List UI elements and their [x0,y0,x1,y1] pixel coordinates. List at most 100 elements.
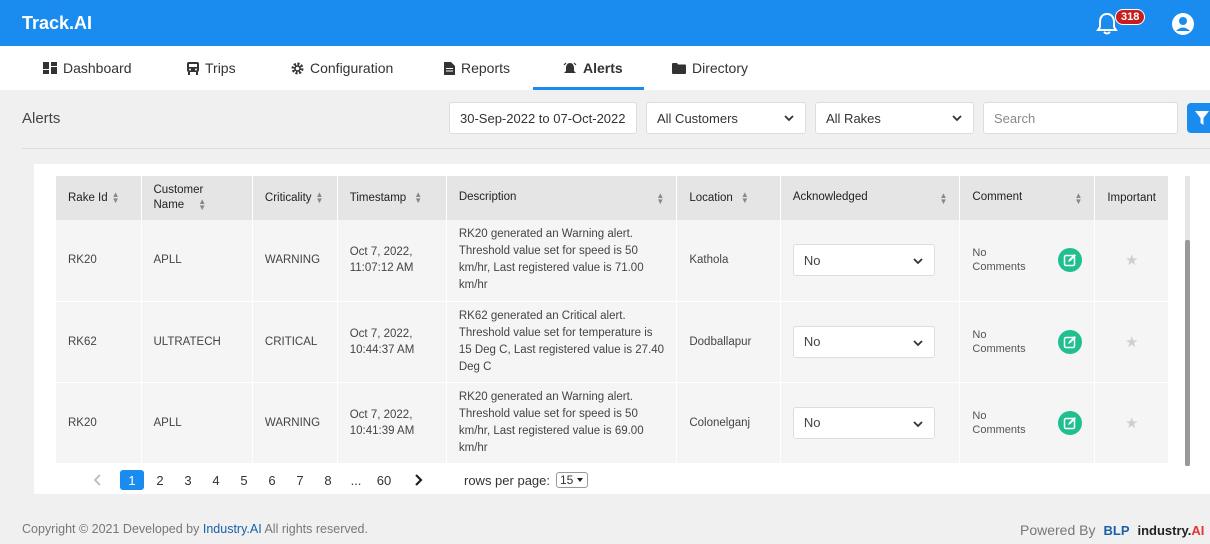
company-link[interactable]: Industry.AI [203,522,262,536]
nav-alerts[interactable]: Alerts [563,46,623,90]
sort-icon: ▲ ▼ [111,189,120,205]
comment-text: No Comments [972,409,1025,437]
page-ellipsis: ... [350,472,362,488]
page-1[interactable]: 1 [120,470,144,490]
pagination: 1 2 3 4 5 6 7 8 ... 60 rows per page: 15 [86,470,589,490]
app-brand[interactable]: Track.AI [22,13,92,34]
col-comment-label: Comment [972,191,1023,203]
page-3[interactable]: 3 [176,470,200,490]
page-4[interactable]: 4 [204,470,228,490]
comment-line-1: No [972,409,987,422]
notification-badge: 318 [1115,9,1146,25]
nav-reports-label: Reports [461,60,511,76]
date-range-picker[interactable]: 30-Sep-2022 to 07-Oct-2022 [449,102,637,134]
col-criticality[interactable]: Criticality ▲ ▼ [252,176,338,220]
acknowledged-value: No [803,252,821,268]
col-rake-id[interactable]: Rake Id ▲ ▼ [56,176,142,220]
acknowledged-select[interactable]: No [792,244,935,277]
cell-timestamp: Oct 7, 2022, 10:41:39 AM [337,382,447,464]
edit-comment-button[interactable] [1058,248,1083,273]
col-description[interactable]: Description ▲ ▼ [446,176,678,220]
chevron-down-icon [784,115,794,122]
col-comment[interactable]: Comment ▲ ▼ [959,176,1096,220]
search-input[interactable]: Search [983,102,1178,134]
cell-rake-id: RK62 [56,301,142,383]
comment-line-2: Comments [972,342,1026,355]
chevron-left-icon [93,474,101,486]
nav-dashboard[interactable]: Dashboard [43,46,132,90]
col-acknowledged[interactable]: Acknowledged ▲ ▼ [780,176,961,220]
sort-icon: ▲ ▼ [740,189,749,205]
cell-timestamp-date: Oct 7, 2022, [349,408,413,421]
customer-select-value: All Customers [657,110,738,126]
top-bar: Track.AI 318 [0,0,1210,46]
blp-logo: BLP [1103,522,1130,538]
star-icon[interactable]: ★ [1125,415,1138,432]
dashboard-icon [43,62,57,74]
page-6[interactable]: 6 [260,470,284,490]
rake-select[interactable]: All Rakes [815,102,974,134]
col-location[interactable]: Location ▲ ▼ [676,176,781,220]
cell-timestamp-date: Oct 7, 2022, [349,246,413,259]
col-customer-label-2: Name [153,199,185,211]
col-criticality-label: Criticality [264,192,312,205]
table-row: RK20 APLL WARNING Oct 7, 2022, 11:07:12 A… [56,220,1169,302]
nav-reports[interactable]: Reports [444,46,510,90]
page-8[interactable]: 8 [316,470,340,490]
col-important-label: Important [1107,192,1156,204]
page-7[interactable]: 7 [288,470,312,490]
industry-ai-logo: industry.AI [1137,523,1204,538]
acknowledged-select[interactable]: No [792,406,935,439]
comment-text: No Comments [972,246,1025,274]
customer-select[interactable]: All Customers [646,102,806,134]
nav-alerts-label: Alerts [583,60,623,76]
comment-line-2: Comments [972,423,1026,436]
cell-comment: No Comments [959,382,1096,464]
nav-trips[interactable]: Trips [187,46,236,90]
page-2[interactable]: 2 [148,470,172,490]
nav-directory[interactable]: Directory [672,46,748,90]
cell-comment: No Comments [959,301,1096,383]
col-timestamp[interactable]: Timestamp ▲ ▼ [337,176,447,220]
col-customer-label-1: Customer [153,184,204,196]
cell-description: RK20 generated an Warning alert. Thresho… [446,382,678,464]
rows-per-page-select[interactable]: 15 [556,472,589,488]
nav-configuration-label: Configuration [310,60,394,76]
date-range-value: 30-Sep-2022 to 07-Oct-2022 [460,110,626,126]
sort-icon: ▲ ▼ [1074,191,1083,206]
nav-active-indicator [533,87,644,90]
cell-customer: ULTRATECH [141,301,253,383]
next-page-button[interactable] [406,470,430,490]
prev-page-button[interactable] [86,470,110,490]
cell-description: RK62 generated an Critical alert. Thresh… [446,301,678,383]
sort-icon: ▲ ▼ [198,196,207,212]
rows-per-page-label: rows per page: [464,472,550,488]
star-icon[interactable]: ★ [1125,252,1138,269]
filter-icon [1195,111,1209,125]
report-icon [444,61,455,75]
nav-dashboard-label: Dashboard [63,60,132,76]
search-placeholder: Search [994,110,1036,126]
rake-select-value: All Rakes [826,110,881,126]
cell-timestamp: Oct 7, 2022, 10:44:37 AM [337,301,447,383]
nav-configuration[interactable]: Configuration [291,46,393,90]
edit-comment-button[interactable] [1058,329,1083,354]
cell-acknowledged: No [780,382,961,464]
col-customer-name[interactable]: Customer Name ▲ ▼ [141,176,253,220]
page-5[interactable]: 5 [232,470,256,490]
star-icon[interactable]: ★ [1125,334,1138,351]
filter-button[interactable] [1187,103,1210,133]
alert-icon [563,62,577,73]
edit-comment-button[interactable] [1058,410,1083,435]
user-avatar-icon[interactable] [1172,13,1194,35]
acknowledged-select[interactable]: No [792,325,935,358]
cell-acknowledged: No [780,220,961,302]
page-60[interactable]: 60 [372,470,396,490]
cell-criticality: WARNING [252,382,338,464]
cell-rake-id: RK20 [56,220,142,302]
page-title: Alerts [22,110,61,127]
comment-line-1: No [972,247,987,260]
cell-timestamp-time: 10:41:39 AM [349,424,415,437]
table-scrollbar-thumb[interactable] [1185,240,1190,466]
footer-copyright: Copyright © 2021 Developed by Industry.A… [22,522,368,536]
